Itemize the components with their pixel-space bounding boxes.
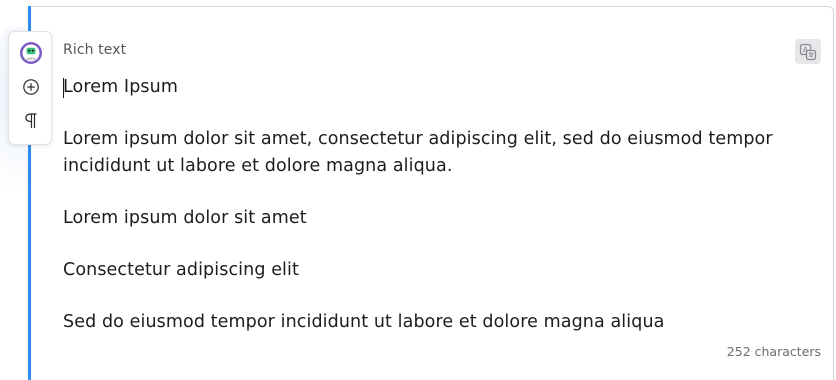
block-side-toolbar [8, 31, 52, 145]
text-caret [63, 78, 64, 98]
pilcrow-icon [25, 113, 37, 128]
rich-text-field: Rich text A Lorem Ipsum Lorem ipsum dolo… [0, 0, 836, 380]
plus-circle-icon [23, 79, 39, 95]
editor-paragraph: Consectetur adipiscing elit [63, 260, 299, 280]
editor-paragraph: Lorem ipsum dolor sit amet [63, 208, 307, 228]
rich-text-editor[interactable]: Lorem Ipsum Lorem ipsum dolor sit amet, … [63, 74, 823, 361]
editor-heading: Lorem Ipsum [63, 77, 178, 97]
editor-paragraph: Lorem ipsum dolor sit amet, consectetur … [63, 129, 773, 176]
paragraph-format-button[interactable] [18, 108, 44, 134]
avatar-button[interactable] [18, 40, 44, 66]
field-label: Rich text [63, 42, 127, 58]
add-block-button[interactable] [18, 74, 44, 100]
translate-icon: A [799, 43, 817, 60]
character-count: 252 characters [726, 344, 821, 359]
translate-button[interactable]: A [795, 39, 821, 64]
editor-paragraph: Sed do eiusmod tempor incididunt ut labo… [63, 312, 665, 332]
user-avatar-icon [20, 42, 42, 64]
